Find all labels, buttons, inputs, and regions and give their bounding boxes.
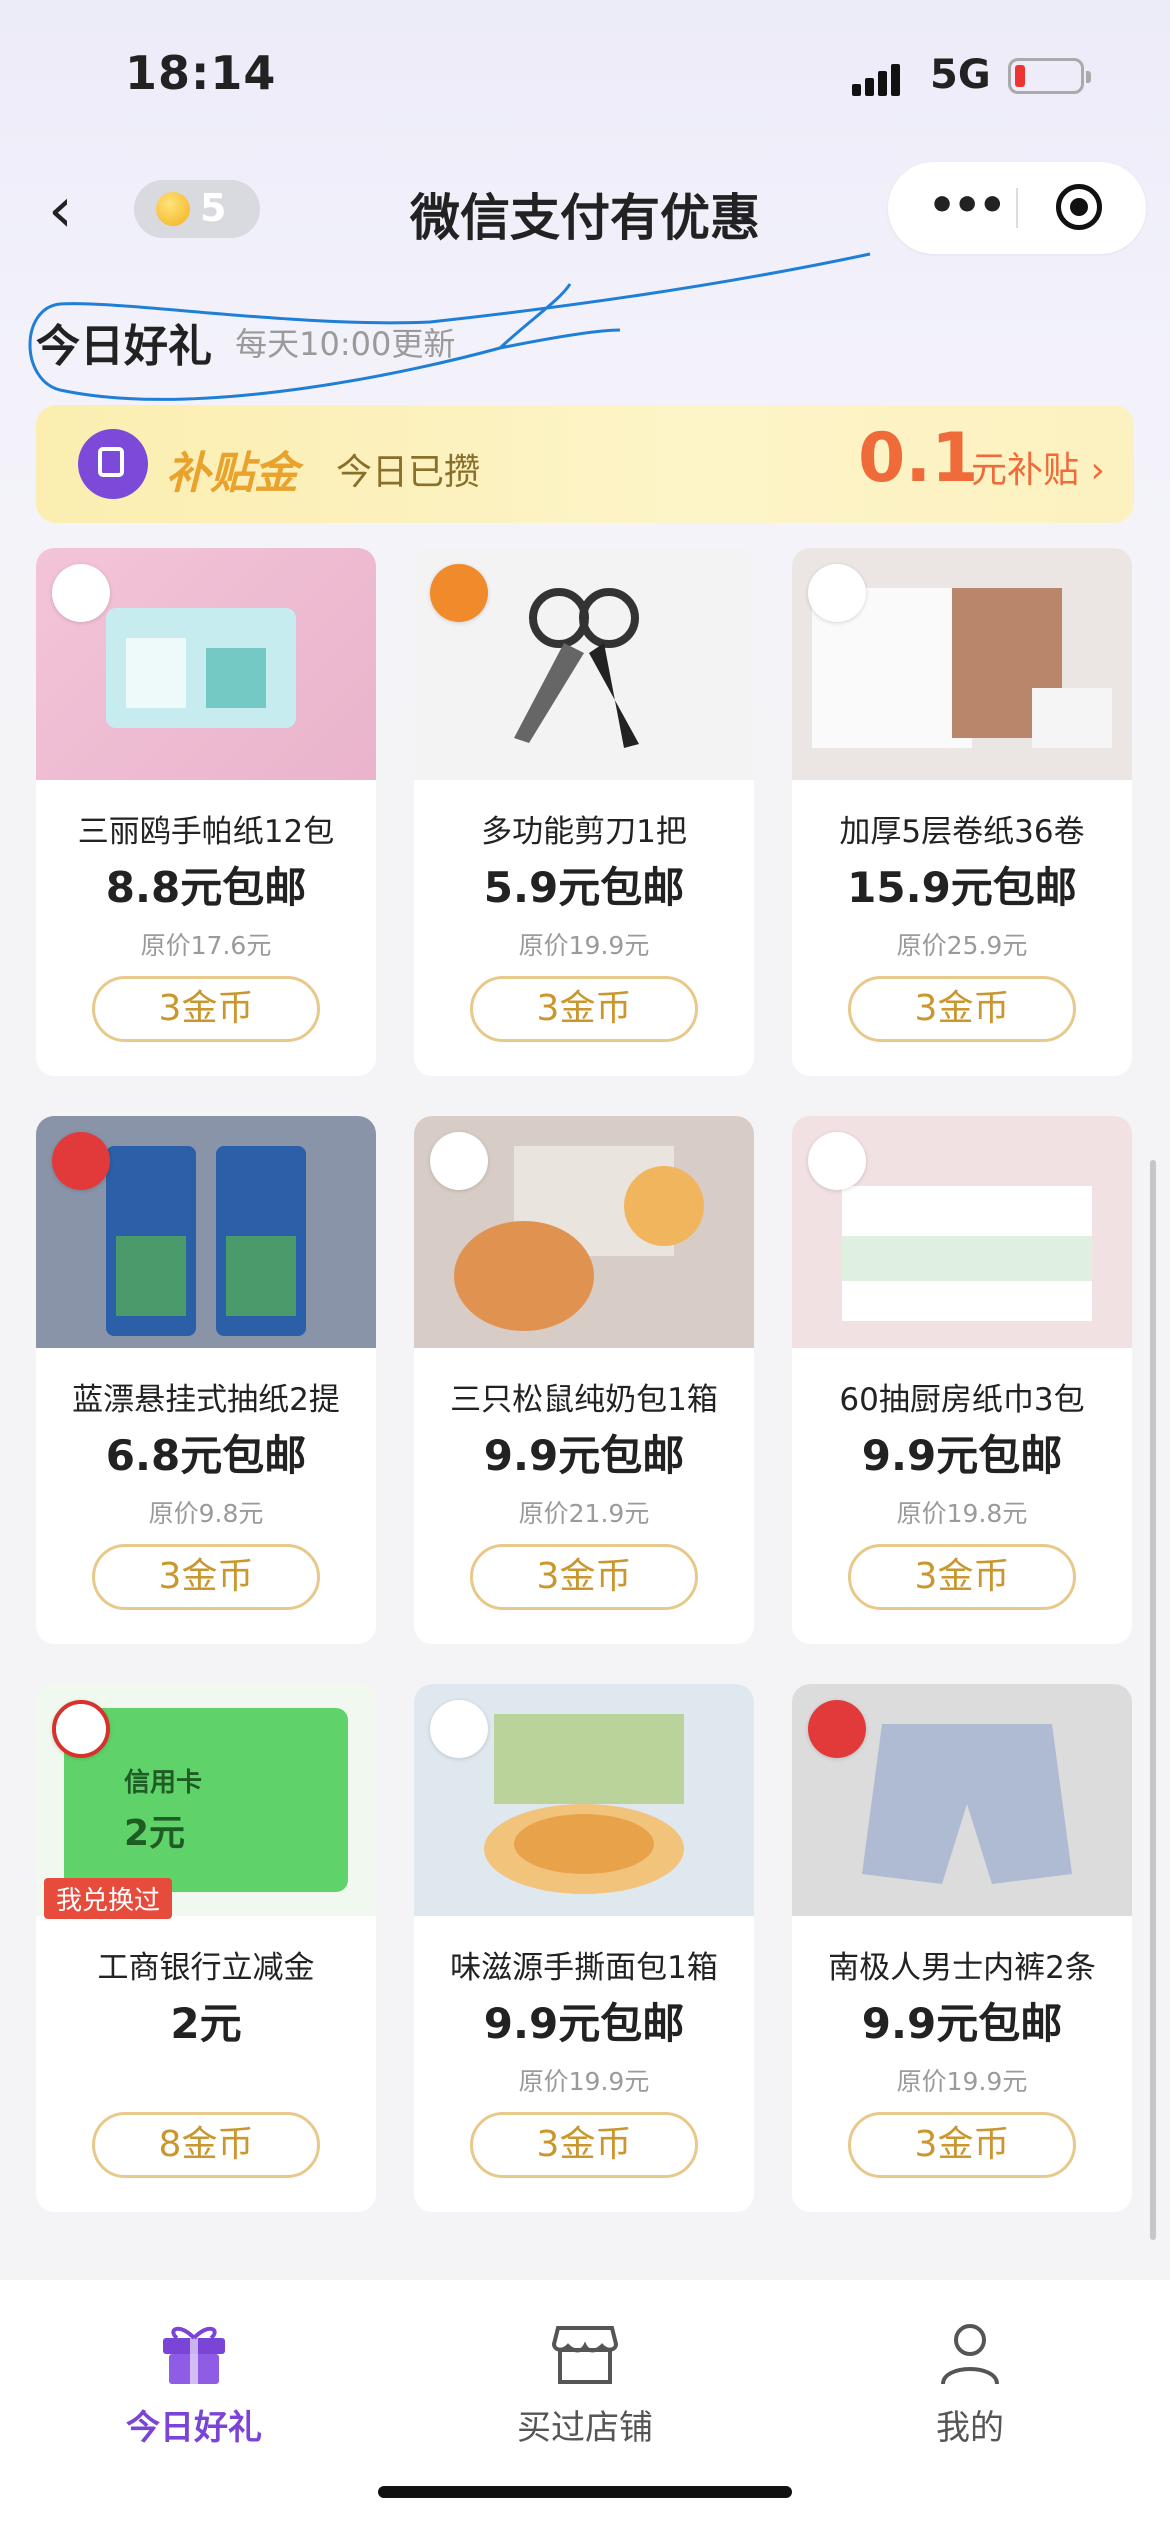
brand-logo [52,564,110,622]
product-price: 6.8元包邮 [105,1431,307,1480]
original-price: 原价17.6元 [140,931,272,960]
brand-logo [808,564,866,622]
redeem-button[interactable]: 3金币 [848,2112,1076,2178]
tab-shops[interactable]: 买过店铺 [455,2320,715,2449]
product-price: 15.9元包邮 [847,863,1077,912]
product-name: 工商银行立减金 [97,1950,315,1986]
brand-logo [430,564,488,622]
product-card[interactable]: 60抽厨房纸巾3包 9.9元包邮 原价19.8元 3金币 [792,1116,1132,1644]
product-image [792,1116,1132,1348]
product-card[interactable]: 味滋源手撕面包1箱 9.9元包邮 原价19.9元 3金币 [414,1684,754,2212]
original-price: 原价9.8元 [148,1499,264,1528]
subsidy-amount: 0.1 [858,419,979,498]
brand-logo [808,1132,866,1190]
product-name: 蓝漂悬挂式抽纸2提 [72,1382,340,1418]
status-bar: 18:14 5G [0,0,1170,150]
brand-logo [52,1132,110,1190]
product-card[interactable]: 多功能剪刀1把 5.9元包邮 原价19.9元 3金币 [414,548,754,1076]
product-price: 9.9元包邮 [861,1999,1063,2048]
subsidy-brand: 补贴金 [166,448,298,499]
original-price: 原价19.8元 [896,1499,1028,1528]
product-image [414,1684,754,1916]
credit-card-label: 信用卡 [124,1768,203,1798]
product-price: 9.9元包邮 [483,1431,685,1480]
signal-icon [852,62,904,96]
section-subtitle: 每天10:00更新 [235,325,456,363]
shop-icon [550,2320,620,2386]
network-type: 5G [930,52,991,98]
product-price: 2元 [170,1999,242,2048]
product-card[interactable]: 蓝漂悬挂式抽纸2提 6.8元包邮 原价9.8元 3金币 [36,1116,376,1644]
miniprogram-capsule: ••• [888,162,1146,254]
section-title: 今日好礼 [36,321,212,372]
product-name: 60抽厨房纸巾3包 [839,1382,1085,1418]
product-price: 9.9元包邮 [861,1431,1063,1480]
tab-mine[interactable]: 我的 [840,2320,1100,2449]
original-price: 原价19.9元 [896,2067,1028,2096]
gift-icon [159,2320,229,2386]
redeem-button[interactable]: 3金币 [470,2112,698,2178]
product-card[interactable]: 三只松鼠纯奶包1箱 9.9元包邮 原价21.9元 3金币 [414,1116,754,1644]
original-price: 原价19.9元 [518,2067,650,2096]
original-price: 原价21.9元 [518,1499,650,1528]
tab-today-gift[interactable]: 今日好礼 [64,2320,324,2449]
product-image: 信用卡 2元 我兑换过 [36,1684,376,1919]
tab-label: 我的 [936,2408,1004,2448]
section-header: 今日好礼 每天10:00更新 [36,310,455,374]
product-name: 味滋源手撕面包1箱 [450,1950,718,1986]
redeem-button[interactable]: 3金币 [92,1544,320,1610]
more-icon[interactable]: ••• [928,180,1006,231]
brand-logo [430,1132,488,1190]
original-price: 原价25.9元 [896,931,1028,960]
home-indicator[interactable] [378,2486,792,2498]
product-image [36,1116,376,1348]
product-name: 三只松鼠纯奶包1箱 [450,1382,718,1418]
product-card[interactable]: 信用卡 2元 我兑换过 工商银行立减金 2元 8金币 [36,1684,376,2212]
brand-logo [430,1700,488,1758]
redeem-button[interactable]: 3金币 [470,976,698,1042]
product-image [414,1116,754,1348]
product-card[interactable]: 加厚5层卷纸36卷 15.9元包邮 原价25.9元 3金币 [792,548,1132,1076]
tab-label: 今日好礼 [126,2408,262,2448]
product-image [792,548,1132,780]
product-name: 三丽鸥手帕纸12包 [77,814,335,850]
credit-card-value: 2元 [124,1813,186,1854]
subsidy-banner[interactable]: 补贴金 今日已攒 0.1 元补贴 › [36,405,1134,523]
product-image [414,548,754,780]
close-target-icon[interactable] [1056,184,1102,230]
product-image [36,548,376,780]
bank-logo [52,1700,110,1758]
redeem-button[interactable]: 3金币 [848,1544,1076,1610]
product-image [792,1684,1132,1916]
redeem-button[interactable]: 3金币 [848,976,1076,1042]
capsule-divider [1016,188,1018,228]
subsidy-unit[interactable]: 元补贴 › [971,441,1105,493]
redeemed-tag: 我兑换过 [44,1878,173,1919]
scrollbar[interactable] [1150,1160,1156,2240]
product-price: 5.9元包邮 [483,863,685,912]
redeem-button[interactable]: 8金币 [92,2112,320,2178]
nav-bar: ‹ 5 微信支付有优惠 ••• [0,160,1170,260]
subsidy-label: 今日已攒 [336,452,481,493]
product-price: 9.9元包邮 [483,1999,685,2048]
battery-icon [1008,58,1091,94]
product-name: 多功能剪刀1把 [481,814,687,850]
brand-logo [808,1700,866,1758]
subsidy-icon [78,429,148,499]
redeem-button[interactable]: 3金币 [470,1544,698,1610]
user-icon [935,2320,1005,2386]
tab-label: 买过店铺 [517,2408,653,2448]
redeem-button[interactable]: 3金币 [92,976,320,1042]
original-price: 原价19.9元 [518,931,650,960]
product-card[interactable]: 三丽鸥手帕纸12包 8.8元包邮 原价17.6元 3金币 [36,548,376,1076]
product-card[interactable]: 南极人男士内裤2条 9.9元包邮 原价19.9元 3金币 [792,1684,1132,2212]
product-price: 8.8元包邮 [105,863,307,912]
product-name: 南极人男士内裤2条 [828,1950,1096,1986]
product-name: 加厚5层卷纸36卷 [839,814,1085,850]
status-time: 18:14 [125,46,277,100]
